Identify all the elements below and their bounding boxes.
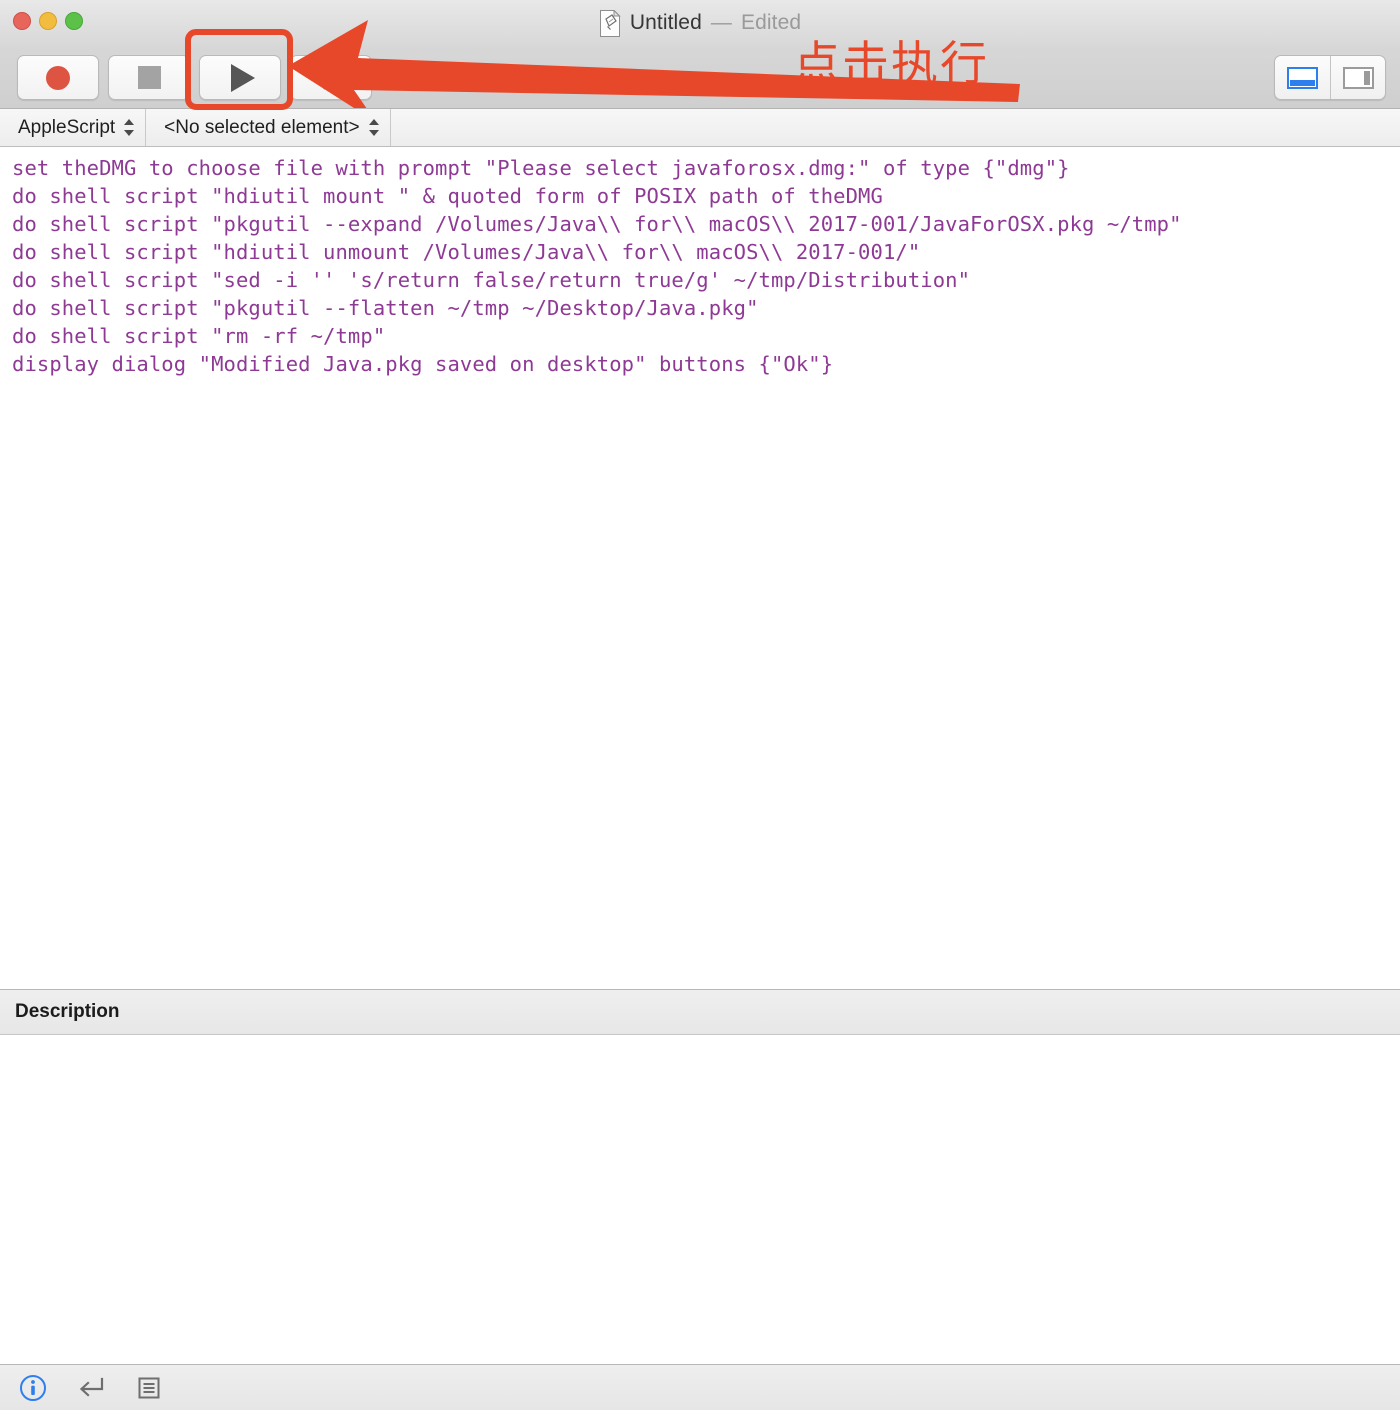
chevron-updown-icon [124,118,135,137]
return-arrow-icon[interactable] [76,1374,106,1402]
record-button[interactable] [17,55,99,100]
language-popup-button[interactable]: AppleScript [0,109,147,146]
description-pane-header: Description [0,989,1400,1035]
view-mode-segmented-control [1274,55,1386,100]
applescript-document-icon [599,9,621,37]
script-source-code[interactable]: set theDMG to choose file with prompt "P… [0,147,1400,378]
applescript-editor-window: Untitled — Edited AppleScript <No select… [0,0,1400,1410]
toolbar [0,46,1400,109]
stop-square-icon [137,66,161,89]
window-controls [13,12,83,30]
navigation-bar: AppleScript <No selected element> [0,109,1400,147]
window-title-text: Untitled [629,11,702,34]
toolbar-button-group [17,55,372,100]
element-popup-button[interactable]: <No selected element> [146,109,391,146]
list-lines-icon[interactable] [135,1374,163,1402]
info-icon[interactable] [19,1374,47,1402]
right-panel-icon [1342,66,1374,89]
bottom-toolbar [0,1364,1400,1410]
maximize-window-button[interactable] [65,12,83,30]
title-bar: Untitled — Edited [0,0,1400,46]
minimize-window-button[interactable] [39,12,57,30]
navigation-bar-spacer [391,109,1400,146]
compile-button[interactable] [290,55,372,100]
bottom-panel-view-button[interactable] [1275,56,1330,99]
bottom-panel-icon [1287,66,1318,89]
record-circle-icon [46,65,70,90]
window-edited-state: Edited [740,11,802,34]
element-popup-value: <No selected element> [164,116,360,138]
right-panel-view-button[interactable] [1330,56,1385,99]
window-title-separator: — [710,11,732,34]
stop-button[interactable] [108,55,190,100]
description-pane-body[interactable] [0,1035,1400,1364]
language-popup-value: AppleScript [18,116,116,138]
play-triangle-icon [230,63,255,92]
window-title-group: Untitled — Edited [0,0,1400,46]
description-pane-title: Description [15,1001,120,1022]
hammer-icon [318,65,344,91]
run-button[interactable] [199,55,281,100]
script-editor-text-area[interactable]: set theDMG to choose file with prompt "P… [0,147,1400,989]
close-window-button[interactable] [13,12,31,30]
chevron-updown-icon [368,118,380,137]
